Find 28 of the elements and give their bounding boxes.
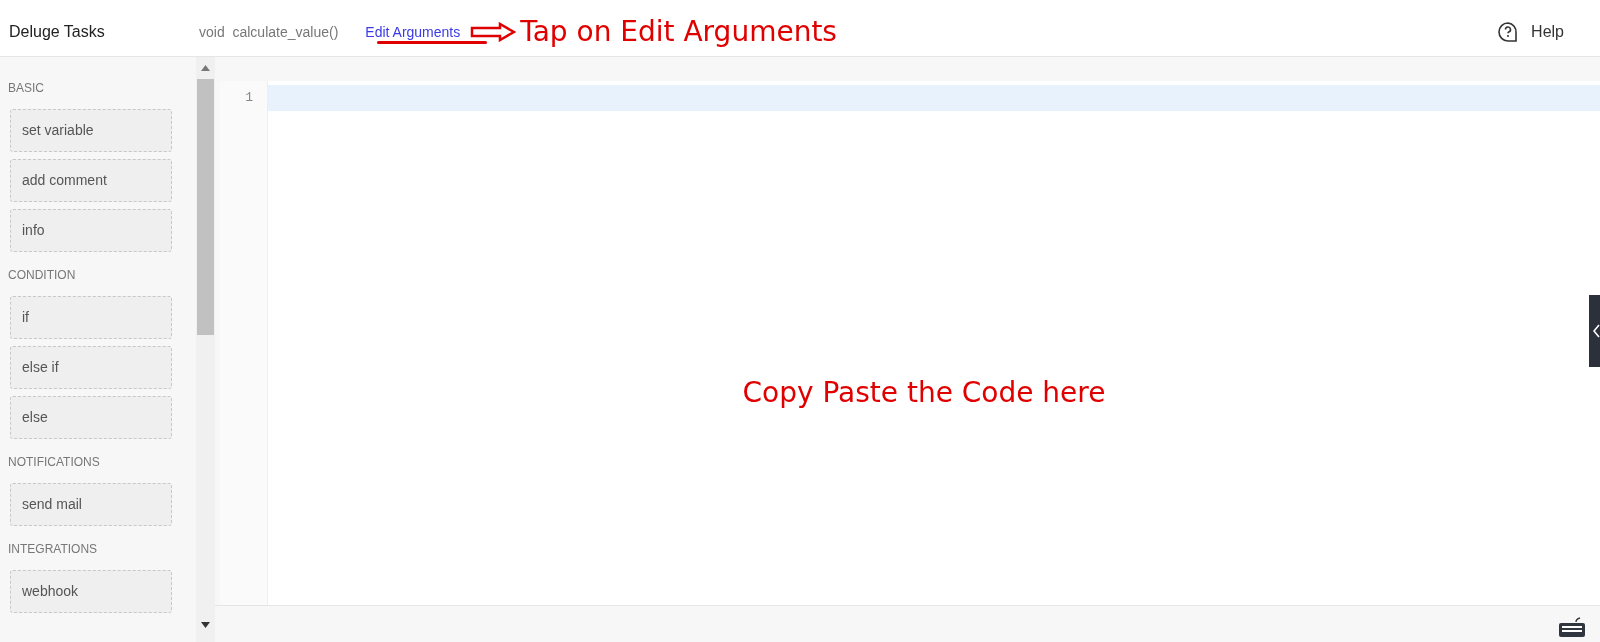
annotation-text: Tap on Edit Arguments (520, 14, 837, 50)
task-item[interactable]: if (10, 296, 172, 339)
task-item[interactable]: webhook (10, 570, 172, 613)
line-number: 1 (244, 89, 254, 107)
chevron-left-icon (1593, 324, 1600, 338)
arrow-icon (470, 22, 517, 42)
scroll-up-icon[interactable] (201, 65, 210, 71)
code-editor[interactable]: Copy Paste the Code here (267, 81, 1600, 605)
function-name: void calculate_value() (199, 22, 339, 42)
task-item[interactable]: else (10, 396, 172, 439)
annotation-text: Copy Paste the Code here (742, 375, 1106, 411)
task-item[interactable]: set variable (10, 109, 172, 152)
section-heading: INTEGRATIONS (8, 541, 99, 558)
task-item[interactable]: else if (10, 346, 172, 389)
task-item[interactable]: add comment (10, 159, 172, 202)
scrollbar-thumb[interactable] (197, 79, 214, 335)
task-item[interactable]: send mail (10, 483, 172, 526)
task-item[interactable]: info (10, 209, 172, 252)
help-link[interactable]: Help (1531, 20, 1564, 44)
keyboard-icon[interactable] (1558, 614, 1586, 638)
section-heading: NOTIFICATIONS (8, 454, 101, 471)
scroll-down-icon[interactable] (201, 622, 210, 628)
help-icon[interactable] (1497, 21, 1520, 43)
side-panel-toggle[interactable] (1589, 295, 1600, 367)
edit-arguments-link[interactable]: Edit Arguments (365, 21, 461, 43)
section-heading: CONDITION (8, 267, 77, 284)
section-heading: BASIC (8, 80, 45, 97)
app-title: Deluge Tasks (9, 22, 106, 42)
